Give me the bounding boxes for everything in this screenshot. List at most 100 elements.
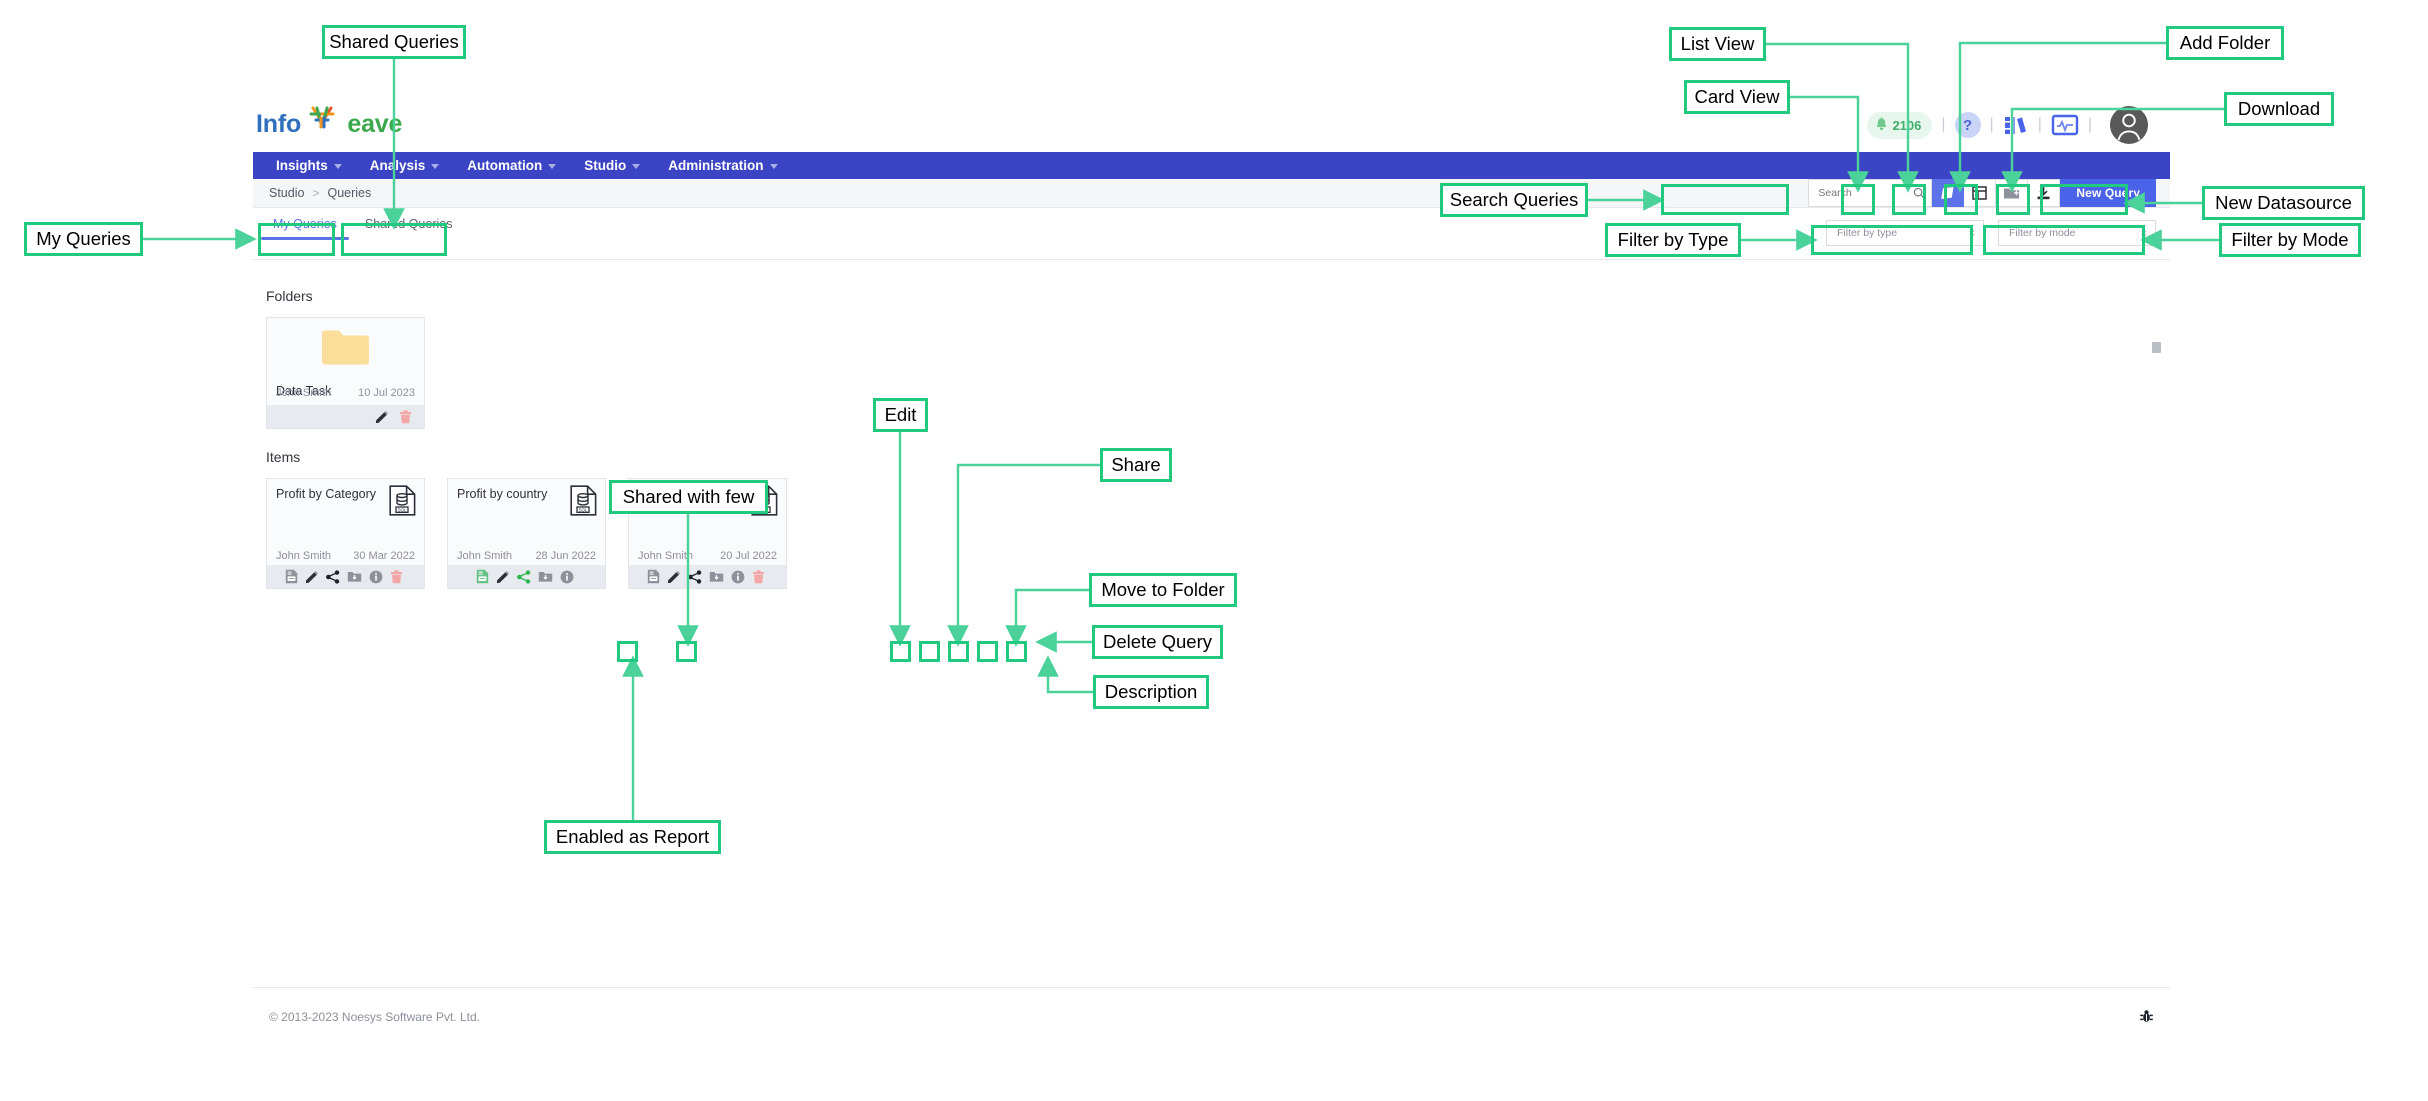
query-card[interactable]: Profit by Category SQL John Smith 30 Mar…	[266, 478, 425, 589]
annotation-search-queries: Search Queries	[1440, 183, 1588, 217]
share-nodes-icon	[325, 569, 339, 584]
trash-icon	[400, 409, 411, 423]
query-card-body: Profit by country SQL	[448, 479, 605, 550]
report-file-icon	[476, 569, 488, 584]
move-to-folder-icon[interactable]	[538, 570, 553, 583]
search-icon	[1913, 187, 1924, 199]
nav-label: Automation	[467, 158, 543, 173]
delete-folder-icon[interactable]	[399, 409, 412, 424]
download-icon	[2037, 186, 2050, 200]
download-button[interactable]	[2028, 179, 2061, 207]
nav-item-insights[interactable]: Insights	[262, 152, 356, 179]
chevron-down-icon	[431, 164, 440, 169]
list-view-button[interactable]	[1964, 179, 1997, 207]
annotation-filter-by-type: Filter by Type	[1605, 223, 1741, 257]
add-folder-icon	[2004, 188, 2020, 199]
nav-item-automation[interactable]: Automation	[453, 152, 570, 179]
edit-folder-icon[interactable]	[375, 410, 389, 424]
query-card-tools	[448, 565, 605, 588]
copyright-text: © 2013-2023 Noesys Software Pvt. Ltd.	[269, 1009, 480, 1024]
list-view-icon	[1972, 186, 1988, 200]
nav-item-studio[interactable]: Studio	[570, 152, 654, 179]
app-footer: © 2013-2023 Noesys Software Pvt. Ltd.	[253, 987, 2170, 1045]
spinner-icon	[1969, 228, 1975, 238]
card-view-button[interactable]	[1932, 179, 1965, 207]
tab-shared-queries[interactable]: Shared Queries	[351, 208, 467, 239]
header-divider: |	[1989, 116, 1994, 133]
breadcrumb-separator-icon: >	[312, 186, 320, 200]
infoveave-logo[interactable]: InfoWWeave	[256, 104, 402, 144]
search-input[interactable]	[1818, 187, 1909, 199]
trash-icon	[752, 569, 764, 583]
report-icon[interactable]	[476, 569, 489, 584]
info-icon	[560, 570, 573, 583]
report-icon[interactable]	[285, 569, 298, 584]
user-avatar[interactable]	[2110, 106, 2148, 144]
library-icon[interactable]	[2003, 113, 2029, 137]
share-query-icon[interactable]	[516, 569, 531, 584]
annotation-card-view: Card View	[1684, 80, 1790, 114]
monitor-icon[interactable]	[2051, 113, 2079, 137]
new-query-button[interactable]: New Query	[2060, 179, 2156, 207]
query-card[interactable]: Profit by country SQL John Smith 28 Jun …	[447, 478, 606, 589]
description-info-icon[interactable]	[560, 570, 574, 584]
pencil-icon	[667, 570, 680, 583]
query-date: 20 Jul 2022	[720, 550, 777, 562]
screenshot-root: InfoWWeave	[0, 0, 2428, 1101]
sub-header: My Queries Shared Queries Search New Que…	[253, 179, 2170, 260]
edit-query-icon[interactable]	[667, 570, 681, 584]
bug-icon[interactable]	[2139, 1009, 2154, 1024]
filter-by-mode-select[interactable]: Filter by mode	[1998, 220, 2156, 246]
query-card-meta: John Smith 20 Jul 2022	[629, 550, 786, 565]
description-info-icon[interactable]	[731, 570, 745, 584]
report-icon[interactable]	[647, 569, 660, 584]
content-area: Folders . Data Task John Smith 10 Jul 20	[253, 260, 2170, 589]
folder-date: 10 Jul 2023	[358, 387, 415, 399]
share-query-icon[interactable]	[687, 569, 702, 584]
pencil-icon	[305, 570, 318, 583]
edit-query-icon[interactable]	[305, 570, 319, 584]
notifications-button[interactable]: 2106	[1867, 111, 1933, 139]
share-nodes-icon	[516, 569, 530, 584]
svg-text:SQL: SQL	[398, 507, 407, 512]
annotation-edit: Edit	[873, 398, 928, 432]
logo-text-eave: eave	[347, 109, 403, 138]
vertical-scrollbar[interactable]	[2152, 342, 2161, 353]
tab-my-queries[interactable]: My Queries	[259, 208, 351, 240]
help-icon[interactable]: ?	[1954, 112, 1981, 138]
delete-query-icon[interactable]	[752, 569, 765, 584]
toolbar-actions: New Query	[1808, 179, 2156, 207]
query-date: 30 Mar 2022	[353, 550, 415, 562]
annotation-my-queries: My Queries	[24, 222, 143, 256]
move-to-folder-icon[interactable]	[347, 570, 362, 583]
query-card-body: Profit by Category SQL	[267, 479, 424, 550]
add-folder-button[interactable]	[1996, 179, 2029, 207]
nav-label: Insights	[276, 158, 328, 173]
logo-text-info: Info	[256, 109, 302, 138]
description-info-icon[interactable]	[369, 570, 383, 584]
filter-by-type-select[interactable]: Filter by type	[1826, 220, 1984, 246]
query-card-meta: John Smith 30 Mar 2022	[267, 550, 424, 565]
share-query-icon[interactable]	[325, 569, 340, 584]
folder-card[interactable]: . Data Task John Smith 10 Jul 2023	[266, 317, 425, 429]
report-file-icon	[647, 569, 659, 584]
move-to-folder-icon[interactable]	[709, 570, 724, 583]
nav-item-analysis[interactable]: Analysis	[356, 152, 454, 179]
edit-query-icon[interactable]	[496, 570, 510, 584]
search-queries-box[interactable]	[1808, 179, 1933, 207]
breadcrumb-item-studio[interactable]: Studio	[269, 186, 304, 200]
sql-file-icon: SQL	[570, 485, 597, 516]
breadcrumb-item-queries[interactable]: Queries	[327, 186, 371, 200]
nav-label: Analysis	[369, 158, 426, 173]
header-divider: |	[2037, 116, 2042, 133]
svg-text:SQL: SQL	[579, 507, 588, 512]
filters-row: Filter by type Filter by mode	[1826, 220, 2156, 246]
chevron-down-icon	[548, 164, 557, 169]
delete-query-icon[interactable]	[390, 569, 403, 584]
annotation-download: Download	[2224, 92, 2334, 126]
main-navigation: Insights Analysis Automation Studio Admi…	[253, 152, 2170, 179]
nav-item-administration[interactable]: Administration	[654, 152, 791, 179]
query-card-meta: John Smith 28 Jun 2022	[448, 550, 605, 565]
folder-card-tools	[267, 405, 424, 428]
folder-card-submeta: John Smith 10 Jul 2023	[267, 387, 424, 402]
